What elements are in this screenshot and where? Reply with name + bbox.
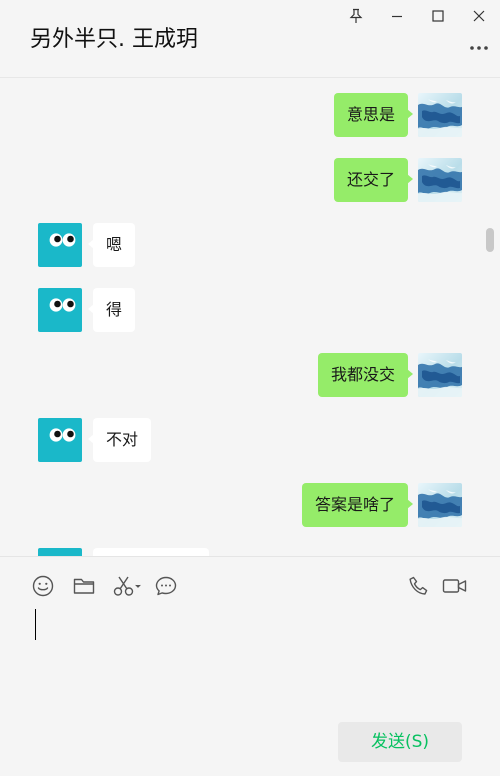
- message-scrollbar[interactable]: [486, 228, 494, 252]
- contact-avatar[interactable]: [38, 418, 82, 462]
- message-row: [0, 548, 500, 556]
- message-bubble[interactable]: 不对: [87, 418, 152, 462]
- message-list[interactable]: 意思是 还交了 嗯 得 我都没交 不对 答案是啥了: [0, 79, 500, 556]
- message-row: 嗯: [0, 223, 500, 267]
- my-avatar[interactable]: [418, 353, 462, 397]
- text-input-caret[interactable]: [35, 609, 36, 640]
- my-avatar[interactable]: [418, 483, 462, 527]
- chat-title: 另外半只. 王成玥: [30, 27, 198, 52]
- close-icon[interactable]: [466, 4, 492, 28]
- contact-avatar[interactable]: [38, 548, 82, 556]
- message-bubble[interactable]: 还交了: [333, 158, 414, 202]
- chat-header: 另外半只. 王成玥: [0, 0, 500, 78]
- chat-bubble-icon[interactable]: [153, 573, 179, 599]
- message-bubble[interactable]: 意思是: [333, 93, 414, 137]
- message-bubble[interactable]: 得: [87, 288, 136, 332]
- message-bubble[interactable]: 嗯: [87, 223, 136, 267]
- message-row: 得: [0, 288, 500, 332]
- scissors-icon[interactable]: [111, 573, 145, 599]
- emoji-icon[interactable]: [30, 573, 56, 599]
- folder-icon[interactable]: [71, 573, 97, 599]
- contact-avatar[interactable]: [38, 223, 82, 267]
- contact-avatar[interactable]: [38, 288, 82, 332]
- message-row: 意思是: [0, 93, 500, 137]
- my-avatar[interactable]: [418, 93, 462, 137]
- message-row: 不对: [0, 418, 500, 462]
- phone-icon[interactable]: [406, 573, 432, 599]
- message-bubble[interactable]: [93, 548, 209, 556]
- message-row: 我都没交: [0, 353, 500, 397]
- input-area: 发送(S): [0, 556, 500, 776]
- maximize-icon[interactable]: [425, 4, 451, 28]
- more-icon[interactable]: [466, 40, 492, 56]
- minimize-icon[interactable]: [384, 4, 410, 28]
- send-button[interactable]: 发送(S): [338, 722, 462, 762]
- message-row: 还交了: [0, 158, 500, 202]
- my-avatar[interactable]: [418, 158, 462, 202]
- message-row: 答案是啥了: [0, 483, 500, 527]
- message-bubble[interactable]: 我都没交: [317, 353, 414, 397]
- video-icon[interactable]: [441, 573, 469, 599]
- message-bubble[interactable]: 答案是啥了: [301, 483, 414, 527]
- pin-icon[interactable]: [343, 4, 369, 28]
